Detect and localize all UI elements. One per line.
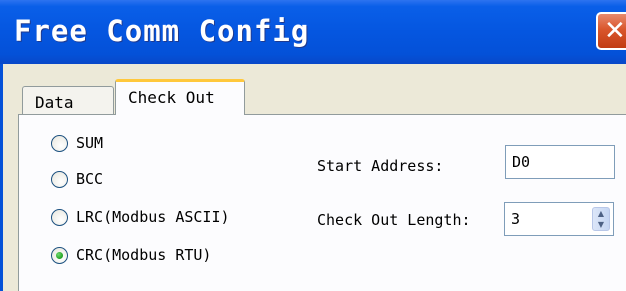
free-comm-config-window: Free Comm Config ✕ Data Check Out SUM BC… xyxy=(0,0,626,291)
radio-button-icon[interactable] xyxy=(51,170,68,188)
radio-sum[interactable]: SUM xyxy=(51,131,103,155)
radio-label-sum: SUM xyxy=(76,134,104,152)
spin-buttons[interactable]: ▲ ▼ xyxy=(592,207,610,231)
radio-label-crc: CRC(Modbus RTU) xyxy=(76,246,212,264)
start-address-input[interactable] xyxy=(505,145,615,179)
check-out-length-input[interactable] xyxy=(507,204,587,234)
radio-label-bcc: BCC xyxy=(76,170,104,188)
radio-button-icon[interactable] xyxy=(51,208,68,226)
radio-label-lrc: LRC(Modbus ASCII) xyxy=(76,208,230,226)
tab-check-out[interactable]: Check Out xyxy=(115,79,245,115)
check-out-length-label: Check Out Length: xyxy=(317,211,471,229)
radio-lrc[interactable]: LRC(Modbus ASCII) xyxy=(51,205,230,229)
spin-up-icon[interactable]: ▲ xyxy=(593,208,609,219)
radio-button-icon[interactable] xyxy=(51,134,68,152)
tab-data[interactable]: Data xyxy=(22,86,114,114)
dialog-client-area: Data Check Out SUM BCC LRC(Modbus ASCII)… xyxy=(0,64,626,291)
radio-button-checked-icon[interactable] xyxy=(51,246,68,264)
spin-down-icon[interactable]: ▼ xyxy=(593,219,609,230)
title-bar[interactable]: Free Comm Config ✕ xyxy=(0,0,626,64)
start-address-label: Start Address: xyxy=(317,157,444,175)
close-button[interactable]: ✕ xyxy=(596,12,626,50)
radio-bcc[interactable]: BCC xyxy=(51,167,103,191)
check-out-length-spinner[interactable]: ▲ ▼ xyxy=(504,202,614,236)
window-title: Free Comm Config xyxy=(14,14,310,48)
close-icon: ✕ xyxy=(604,16,626,46)
radio-crc[interactable]: CRC(Modbus RTU) xyxy=(51,243,211,267)
